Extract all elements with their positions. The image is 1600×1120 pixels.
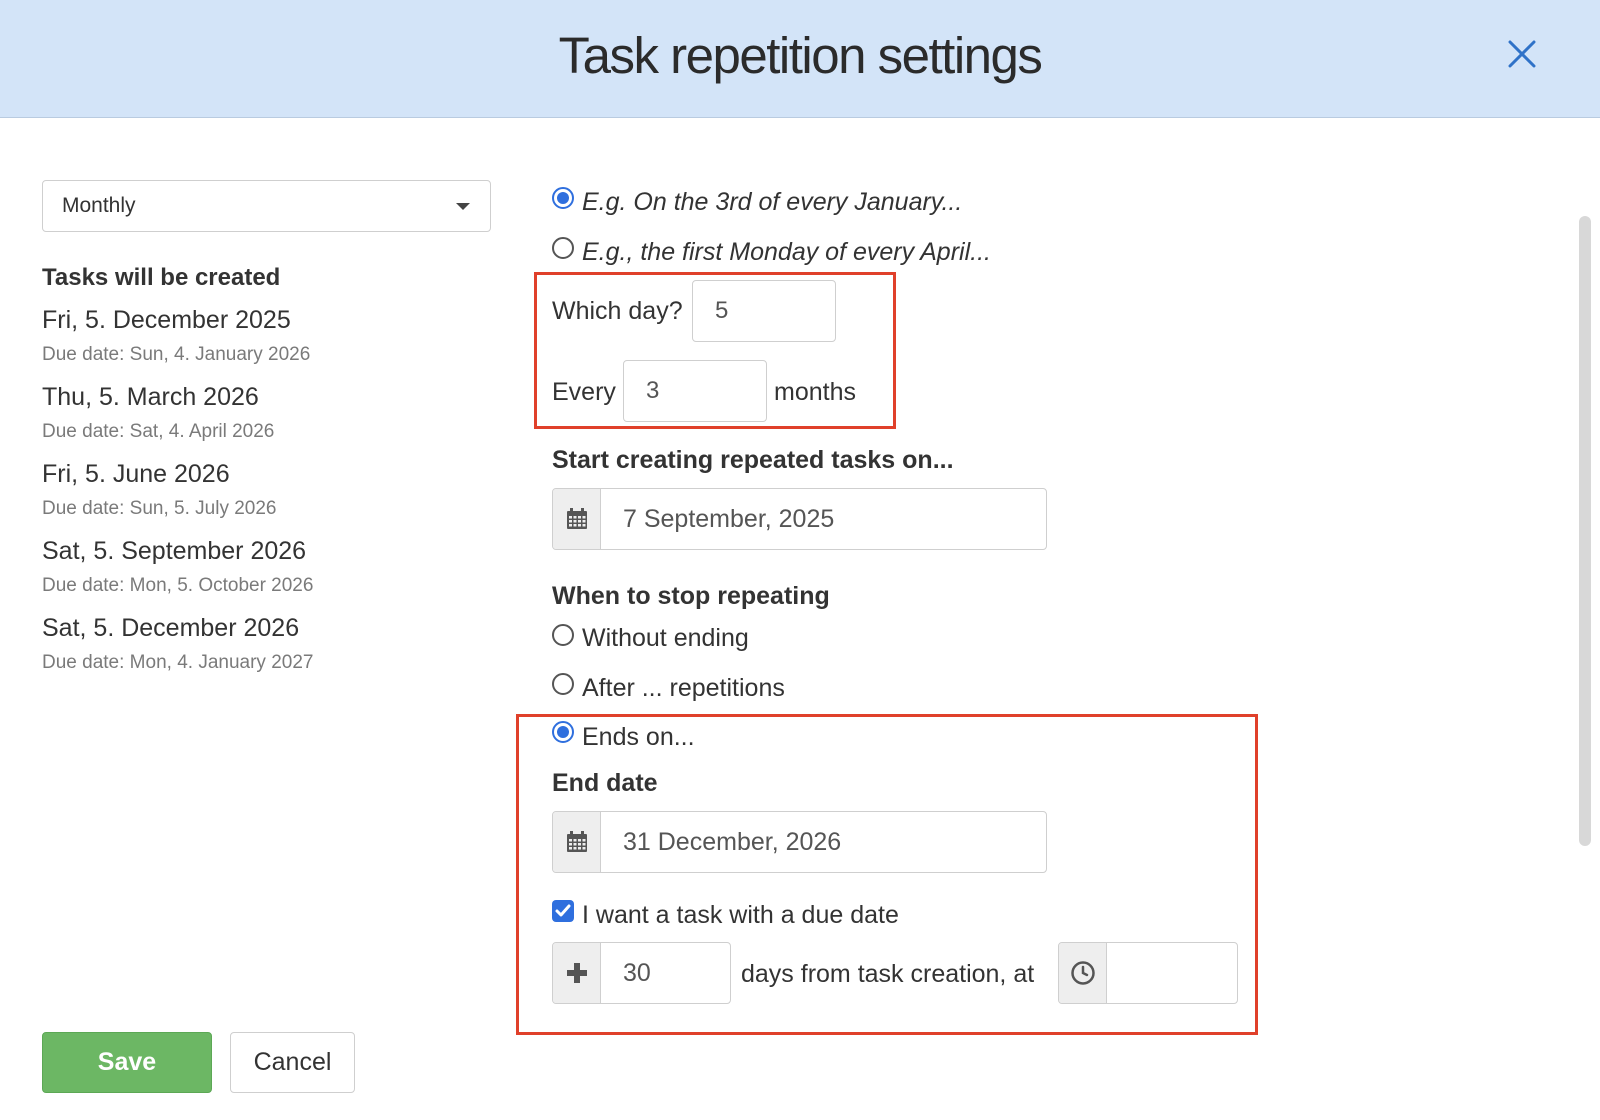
caret-down-icon <box>456 203 470 210</box>
which-day-value: 5 <box>715 297 729 324</box>
preview-item-due: Due date: Sun, 5. July 2026 <box>42 498 277 519</box>
calendar-icon <box>553 812 601 872</box>
close-icon <box>1508 40 1536 68</box>
stop-label-ends-on: Ends on... <box>582 723 695 751</box>
which-day-input[interactable]: 5 <box>692 280 836 342</box>
mode-label-weekday-of-month: E.g., the first Monday of every April... <box>582 238 991 266</box>
scrollbar-thumb[interactable] <box>1579 216 1591 846</box>
preview-item: Fri, 5. June 2026 Due date: Sun, 5. July… <box>42 460 277 520</box>
preview-item-date: Sat, 5. December 2026 <box>42 614 300 642</box>
preview-item-date: Fri, 5. December 2025 <box>42 306 291 334</box>
plus-icon <box>553 943 601 1003</box>
every-months-value: 3 <box>646 377 660 404</box>
preview-item-date: Thu, 5. March 2026 <box>42 383 259 411</box>
preview-item-date: Sat, 5. September 2026 <box>42 537 307 565</box>
dialog-header: Task repetition settings <box>0 0 1600 118</box>
preview-item-date: Fri, 5. June 2026 <box>42 460 230 488</box>
months-label: months <box>774 378 856 406</box>
start-date-value: 7 September, 2025 <box>623 504 835 533</box>
preview-item-due: Due date: Sat, 4. April 2026 <box>42 421 275 442</box>
preview-item: Fri, 5. December 2025 Due date: Sun, 4. … <box>42 306 310 366</box>
preview-item-due: Due date: Mon, 4. January 2027 <box>42 652 314 673</box>
calendar-icon <box>553 489 601 549</box>
mode-radio-day-of-month[interactable] <box>552 187 574 209</box>
every-months-input[interactable]: 3 <box>623 360 767 422</box>
start-date-field[interactable]: 7 September, 2025 <box>552 488 1047 550</box>
stop-radio-without-ending[interactable] <box>552 624 574 646</box>
stop-title: When to stop repeating <box>552 582 830 610</box>
preview-item-due: Due date: Mon, 5. October 2026 <box>42 575 314 596</box>
due-date-checkbox[interactable] <box>552 900 574 922</box>
end-date-value: 31 December, 2026 <box>623 827 842 856</box>
due-time-value <box>1107 943 1237 1003</box>
due-date-checkbox-label: I want a task with a due date <box>582 901 899 929</box>
preview-item: Sat, 5. September 2026 Due date: Mon, 5.… <box>42 537 313 597</box>
stop-label-after-repetitions: After ... repetitions <box>582 674 785 702</box>
preview-item: Thu, 5. March 2026 Due date: Sat, 4. Apr… <box>42 383 274 443</box>
stop-radio-ends-on[interactable] <box>552 721 574 743</box>
due-days-field[interactable]: 30 <box>552 942 731 1004</box>
preview-item: Sat, 5. December 2026 Due date: Mon, 4. … <box>42 614 313 674</box>
frequency-select-value: Monthly <box>62 194 136 217</box>
stop-label-without-ending: Without ending <box>582 624 749 652</box>
every-label: Every <box>552 378 616 406</box>
dialog-title: Task repetition settings <box>558 27 1043 84</box>
close-button[interactable] <box>1504 36 1540 72</box>
start-date-title: Start creating repeated tasks on... <box>552 446 954 474</box>
checkmark-icon <box>555 904 571 917</box>
frequency-select[interactable]: Monthly <box>42 180 491 232</box>
preview-title: Tasks will be created <box>42 264 281 291</box>
clock-icon <box>1059 943 1107 1003</box>
end-date-title: End date <box>552 769 658 797</box>
save-button[interactable]: Save <box>42 1032 212 1093</box>
due-time-field[interactable] <box>1058 942 1238 1004</box>
due-days-value: 30 <box>623 958 651 987</box>
cancel-button[interactable]: Cancel <box>230 1032 355 1093</box>
end-date-field[interactable]: 31 December, 2026 <box>552 811 1047 873</box>
stop-radio-after-repetitions[interactable] <box>552 673 574 695</box>
mode-label-day-of-month: E.g. On the 3rd of every January... <box>582 188 963 216</box>
preview-item-due: Due date: Sun, 4. January 2026 <box>42 344 311 365</box>
which-day-label: Which day? <box>552 297 683 325</box>
mode-radio-weekday-of-month[interactable] <box>552 237 574 259</box>
due-days-label: days from task creation, at <box>741 960 1035 988</box>
